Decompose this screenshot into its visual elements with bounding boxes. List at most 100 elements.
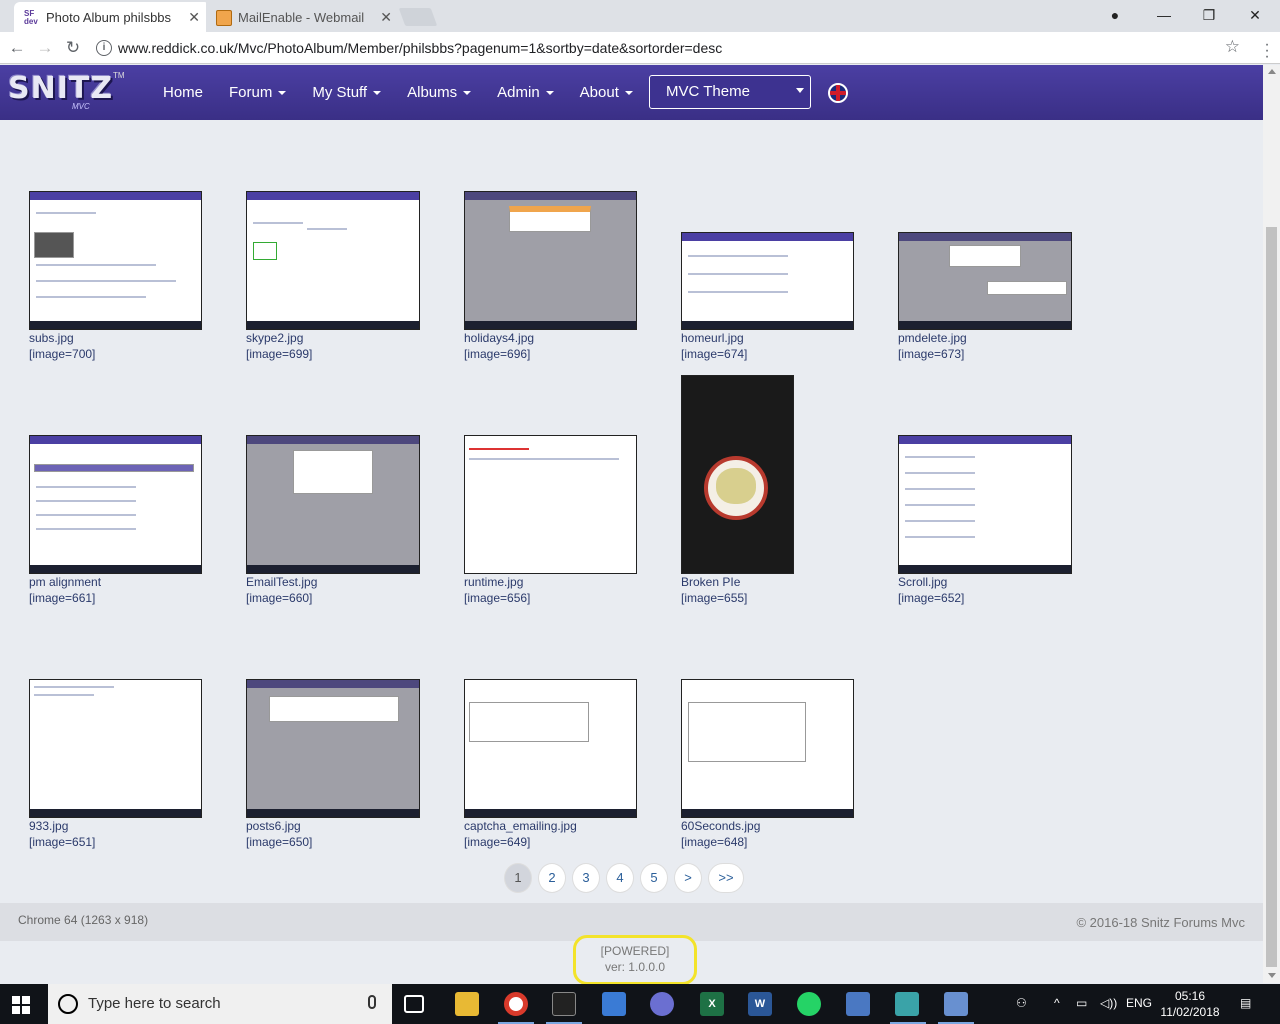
photo-thumbnail[interactable]: [681, 679, 854, 818]
page-3-button[interactable]: 3: [572, 863, 600, 893]
photo-name[interactable]: pm alignment: [29, 575, 101, 589]
scrollbar-thumb[interactable]: [1266, 227, 1277, 967]
photo-thumbnail[interactable]: [246, 679, 420, 818]
bookmark-star-icon[interactable]: ☆: [1225, 37, 1240, 57]
theme-select-value: MVC Theme: [666, 83, 750, 100]
menu-admin[interactable]: Admin: [484, 84, 567, 101]
photo-id: [image=652]: [898, 591, 965, 605]
photo-thumbnail[interactable]: [898, 232, 1072, 330]
photo-name[interactable]: captcha_emailing.jpg: [464, 819, 577, 833]
microphone-icon[interactable]: [368, 995, 376, 1009]
chrome-icon[interactable]: [504, 992, 528, 1016]
close-tab-icon[interactable]: ✕: [380, 9, 392, 26]
menu-my-stuff[interactable]: My Stuff: [299, 84, 394, 101]
page-scrollbar[interactable]: [1263, 65, 1280, 983]
maximize-button[interactable]: ❐: [1186, 4, 1232, 26]
photo-name[interactable]: posts6.jpg: [246, 819, 301, 833]
app-icon[interactable]: [895, 992, 919, 1016]
menu-forum[interactable]: Forum: [216, 84, 299, 101]
vs-code-icon[interactable]: [650, 992, 674, 1016]
photo-thumbnail[interactable]: [464, 679, 637, 818]
photo-name[interactable]: skype2.jpg: [246, 331, 303, 345]
photo-thumbnail[interactable]: [681, 232, 854, 330]
address-bar[interactable]: i www.reddick.co.uk/Mvc/PhotoAlbum/Membe…: [92, 35, 1248, 61]
photo-id: [image=660]: [246, 591, 313, 605]
photo-thumbnail[interactable]: [898, 435, 1072, 574]
network-icon[interactable]: ▭: [1076, 996, 1087, 1024]
photo-name[interactable]: Broken PIe: [681, 575, 740, 589]
snitz-favicon-icon: SF dev: [24, 9, 38, 26]
language-indicator[interactable]: ENG: [1126, 996, 1152, 1010]
page-4-button[interactable]: 4: [606, 863, 634, 893]
file-explorer-icon[interactable]: [455, 992, 479, 1016]
back-arrow-icon[interactable]: ←: [6, 37, 28, 59]
chevron-up-icon[interactable]: ^: [1054, 996, 1060, 1024]
remote-desktop-icon[interactable]: [944, 992, 968, 1016]
caret-down-icon: [463, 90, 472, 95]
photo-name[interactable]: subs.jpg: [29, 331, 74, 345]
powered-label: [POWERED]: [600, 944, 670, 958]
reload-icon[interactable]: ↻: [62, 37, 84, 59]
photo-thumbnail[interactable]: [29, 435, 202, 574]
minimize-button[interactable]: —: [1141, 4, 1187, 26]
page-5-button[interactable]: 5: [640, 863, 668, 893]
terminal-icon[interactable]: [552, 992, 576, 1016]
menu-albums[interactable]: Albums: [394, 84, 484, 101]
theme-select[interactable]: MVC Theme: [649, 75, 811, 109]
photo-name[interactable]: EmailTest.jpg: [246, 575, 317, 589]
clock-time: 05:16: [1174, 989, 1206, 1003]
photo-name[interactable]: holidays4.jpg: [464, 331, 534, 345]
excel-icon[interactable]: X: [700, 992, 724, 1016]
volume-icon[interactable]: ◁)): [1100, 996, 1117, 1024]
caret-down-icon: [545, 90, 554, 95]
profile-icon[interactable]: ●: [1092, 4, 1138, 26]
network-tool-icon[interactable]: [846, 992, 870, 1016]
photo-thumbnail[interactable]: [29, 679, 202, 818]
tab-mailenable[interactable]: MailEnable - Webmail ✕: [206, 2, 402, 32]
photo-name[interactable]: 933.jpg: [29, 819, 68, 833]
photo-name[interactable]: pmdelete.jpg: [898, 331, 967, 345]
photo-thumbnail[interactable]: [464, 435, 637, 574]
people-icon[interactable]: ⚇: [1016, 996, 1027, 1024]
photo-name[interactable]: Scroll.jpg: [898, 575, 947, 589]
scroll-up-icon[interactable]: [1268, 69, 1276, 74]
close-tab-icon[interactable]: ✕: [188, 9, 200, 26]
photo-name[interactable]: runtime.jpg: [464, 575, 523, 589]
clock[interactable]: 05:16 11/02/2018: [1160, 988, 1220, 1020]
snitz-logo[interactable]: SNITZ MVC TM: [8, 71, 125, 115]
menu-home[interactable]: Home: [150, 84, 216, 101]
close-window-button[interactable]: ✕: [1232, 4, 1278, 26]
uk-flag-icon[interactable]: [828, 83, 848, 103]
photo-name[interactable]: 60Seconds.jpg: [681, 819, 760, 833]
new-tab-button[interactable]: [398, 8, 438, 26]
caret-down-icon: [373, 90, 382, 95]
photo-thumbnail[interactable]: [681, 375, 794, 574]
word-icon[interactable]: W: [748, 992, 772, 1016]
task-view-icon[interactable]: [404, 995, 424, 1013]
photo-thumbnail[interactable]: [246, 191, 420, 330]
page-2-button[interactable]: 2: [538, 863, 566, 893]
whatsapp-icon[interactable]: [797, 992, 821, 1016]
photo-thumbnail[interactable]: [464, 191, 637, 330]
search-placeholder: Type here to search: [88, 995, 221, 1012]
photo-thumbnail[interactable]: [29, 191, 202, 330]
photo-id: [image=661]: [29, 591, 96, 605]
last-page-button[interactable]: >>: [708, 863, 744, 893]
notification-icon[interactable]: ▤: [1240, 996, 1251, 1024]
next-page-button[interactable]: >: [674, 863, 702, 893]
info-icon[interactable]: i: [96, 40, 112, 56]
browser-toolbar: ← → ↻ i www.reddick.co.uk/Mvc/PhotoAlbum…: [0, 32, 1280, 65]
photo-thumbnail[interactable]: [246, 435, 420, 574]
photo-name[interactable]: homeurl.jpg: [681, 331, 744, 345]
tab-photo-album[interactable]: SF dev Photo Album philsbbs ✕: [14, 2, 210, 32]
computer-icon[interactable]: [602, 992, 626, 1016]
taskbar-search[interactable]: Type here to search: [48, 984, 392, 1024]
forward-arrow-icon[interactable]: →: [34, 37, 56, 59]
scroll-down-icon[interactable]: [1268, 973, 1276, 978]
page-1-button[interactable]: 1: [504, 863, 532, 893]
main-menu: Home Forum My Stuff Albums Admin About: [150, 65, 646, 120]
windows-start-icon[interactable]: [12, 996, 30, 1014]
windows-taskbar: Type here to search X W ⚇ ^ ▭ ◁)) ENG 05…: [0, 984, 1280, 1024]
menu-about[interactable]: About: [567, 84, 646, 101]
menu-dots-icon[interactable]: · · ·: [1260, 37, 1274, 65]
